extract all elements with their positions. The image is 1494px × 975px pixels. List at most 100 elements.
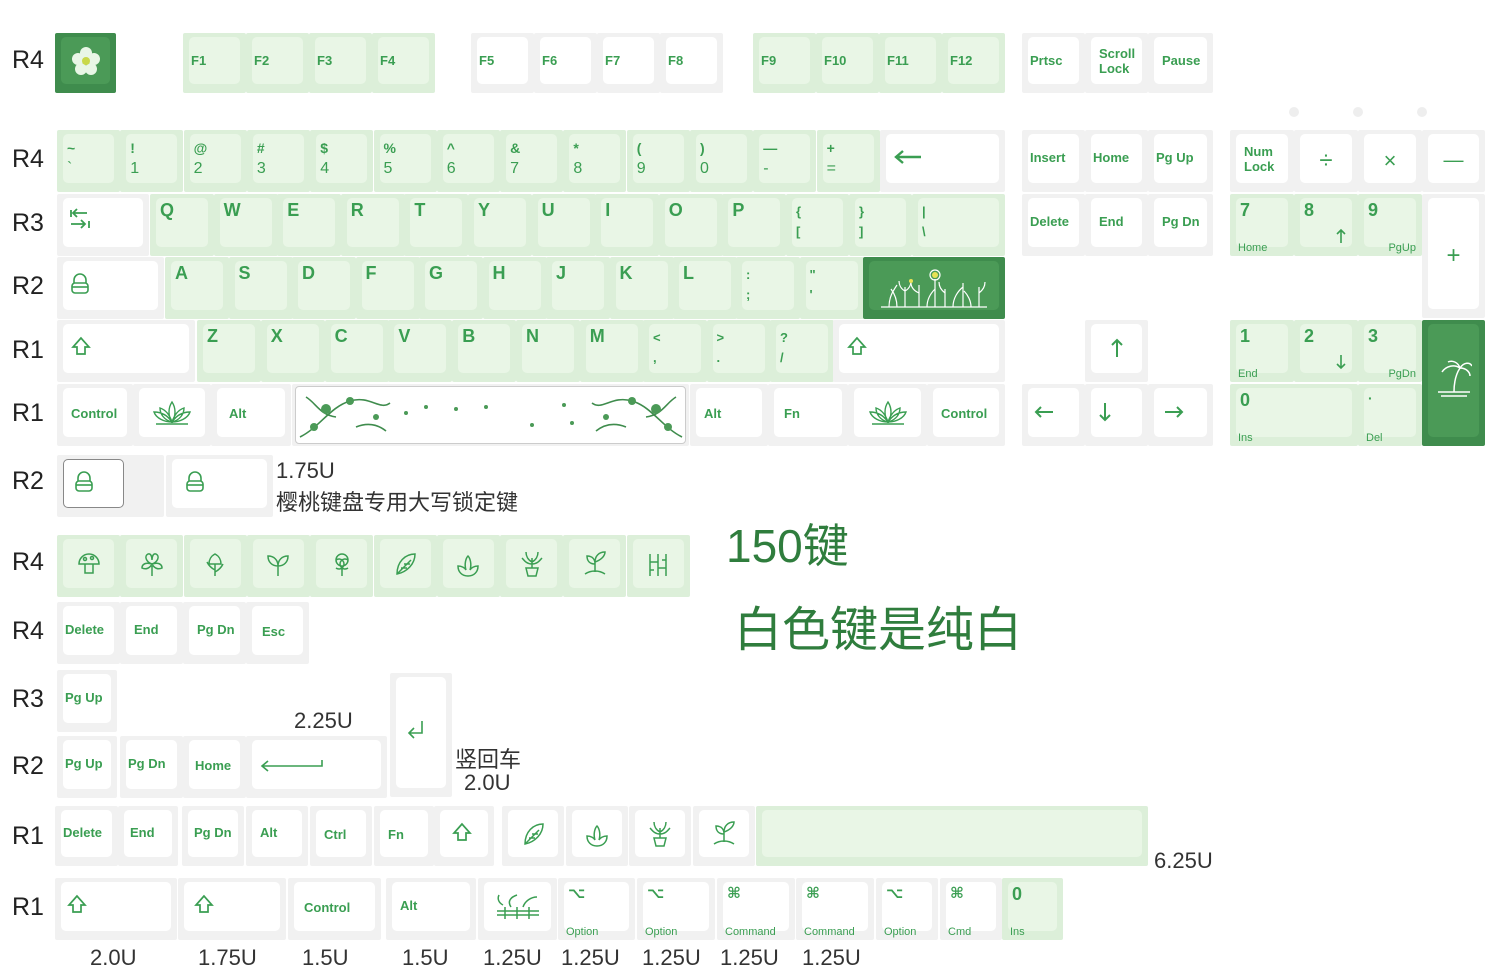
plant-key-flower[interactable] [310, 535, 374, 597]
esc-flower-key[interactable] [55, 33, 116, 93]
fn-key[interactable]: Fn [768, 384, 848, 446]
key-letter[interactable]: H [482, 257, 547, 319]
key-f9[interactable]: F9 [753, 33, 816, 93]
plant-key-succulent[interactable] [436, 535, 500, 597]
lshift-175-key[interactable] [178, 878, 286, 940]
key-bracket[interactable]: { [ [786, 194, 849, 256]
key-prtsc[interactable]: Prtsc [1022, 33, 1085, 93]
key-letter[interactable]: R [340, 194, 405, 256]
key-num-8[interactable]: * 8 [563, 130, 627, 192]
key-pgdn[interactable]: Pg Dn [1148, 194, 1213, 256]
plant-key-tulip[interactable] [183, 535, 247, 597]
alt-15-key[interactable]: Alt [386, 878, 476, 940]
key-num-9[interactable]: ( 9 [626, 130, 690, 192]
key-arrow-left[interactable] [1022, 384, 1085, 446]
lshift-key[interactable] [57, 320, 195, 382]
key-letter[interactable]: O [658, 194, 723, 256]
key-letter[interactable]: D [292, 257, 356, 319]
key-letter[interactable]: Y [468, 194, 532, 256]
extra-pgdn-r2-key[interactable]: Pg Dn [120, 736, 183, 798]
key-letter[interactable]: P [722, 194, 787, 256]
rcontrol-key[interactable]: Control [927, 384, 1005, 446]
key-punct[interactable]: : ; [736, 257, 800, 319]
ralt-key[interactable]: Alt [690, 384, 768, 446]
extra-pgdn-key[interactable]: Pg Dn [183, 602, 246, 664]
key-end[interactable]: End [1085, 194, 1148, 256]
key-letter[interactable]: F [355, 257, 420, 319]
key-letter[interactable]: N [516, 320, 580, 382]
key-home[interactable]: Home [1085, 130, 1148, 192]
extra-shift-r1-key[interactable] [434, 806, 494, 866]
plant-key-mushroom[interactable] [57, 535, 120, 597]
key-f3[interactable]: F3 [309, 33, 372, 93]
key-np-enter-palm[interactable] [1422, 320, 1485, 446]
extra-pgdn-r1-key[interactable]: Pg Dn [182, 806, 244, 866]
key-arrow-up[interactable] [1085, 320, 1148, 382]
key-numlock[interactable]: Num Lock [1230, 130, 1294, 192]
key-letter[interactable]: W [213, 194, 278, 256]
key-letter[interactable]: M [579, 320, 644, 382]
key-np0[interactable]: 0 Ins [1230, 384, 1358, 446]
command-key-1[interactable]: ⌘ Command [717, 878, 795, 940]
key-f8[interactable]: F8 [660, 33, 723, 93]
spacebar-floral[interactable] [292, 384, 689, 446]
option-key-2[interactable]: ⌥ Option [637, 878, 715, 940]
extra-ctrl-r1-key[interactable]: Ctrl [310, 806, 372, 866]
key-np-plus[interactable]: + [1422, 194, 1485, 318]
bamboo-125-key[interactable] [478, 878, 557, 940]
key-num-7[interactable]: & 7 [500, 130, 564, 192]
plant-key-sprout[interactable] [246, 535, 310, 597]
extra-pgup-r2-key[interactable]: Pg Up [57, 736, 117, 798]
vertical-enter-key[interactable] [390, 673, 452, 797]
lalt-key[interactable]: Alt [211, 384, 291, 446]
extra-succulent-key[interactable] [565, 806, 628, 866]
key-num-3[interactable]: # 3 [246, 130, 310, 192]
key-f5[interactable]: F5 [471, 33, 534, 93]
key-letter[interactable]: T [404, 194, 469, 256]
key-minus[interactable]: — [1422, 130, 1485, 192]
extra-home-r2-key[interactable]: Home [183, 736, 246, 798]
lwin-lotus-key[interactable] [133, 384, 211, 446]
key-letter[interactable]: V [388, 320, 453, 382]
key-arrow-right[interactable] [1148, 384, 1213, 446]
capslock-stepped-key[interactable] [57, 455, 164, 517]
plant-key-leaf[interactable] [373, 535, 437, 597]
key-multiply[interactable]: × [1358, 130, 1422, 192]
extra-esc-key[interactable]: Esc [246, 602, 309, 664]
lcontrol-key[interactable]: Control [57, 384, 133, 446]
capslock-175-key[interactable] [166, 455, 273, 517]
key-pgup[interactable]: Pg Up [1148, 130, 1213, 192]
key-divide[interactable]: ÷ [1294, 130, 1358, 192]
extra-fn-r1-key[interactable]: Fn [374, 806, 434, 866]
extra-seedling-key[interactable] [692, 806, 755, 866]
key-num-6[interactable]: ^ 6 [436, 130, 500, 192]
extra-end-r1-key[interactable]: End [118, 806, 178, 866]
key-letter[interactable]: B [452, 320, 517, 382]
key-np3[interactable]: 3 PgDn [1358, 320, 1422, 382]
key-letter[interactable]: U [531, 194, 596, 256]
backspace-key[interactable] [880, 130, 1005, 192]
key-letter[interactable]: Q [150, 194, 214, 256]
key-backslash[interactable]: | \ [912, 194, 1005, 256]
extra-delete-r1-key[interactable]: Delete [55, 806, 118, 866]
spacebar-625-key[interactable] [756, 806, 1148, 866]
key-np1[interactable]: 1 End [1230, 320, 1294, 382]
plant-key-seedling[interactable] [563, 535, 627, 597]
plant-key-bamboo[interactable] [626, 535, 690, 597]
key-letter[interactable]: L [673, 257, 737, 319]
key-num-5[interactable]: % 5 [373, 130, 437, 192]
capslock-key[interactable] [57, 257, 164, 319]
key-punct[interactable]: ? / [770, 320, 834, 382]
option-key-3[interactable]: ⌥ Option [876, 878, 938, 940]
key-num-4[interactable]: $ 4 [310, 130, 374, 192]
key-num-12[interactable]: + = [816, 130, 880, 192]
cmd-key[interactable]: ⌘ Cmd [940, 878, 1002, 940]
extra-leaf-key[interactable] [502, 806, 564, 866]
key-num-11[interactable]: — - [753, 130, 817, 192]
key-f4[interactable]: F4 [372, 33, 435, 93]
key-pause[interactable]: Pause [1148, 33, 1213, 93]
key-scroll-lock[interactable]: Scroll Lock [1085, 33, 1148, 93]
extra-end-key[interactable]: End [120, 602, 183, 664]
key-num-2[interactable]: @ 2 [183, 130, 247, 192]
key-letter[interactable]: Z [197, 320, 261, 382]
